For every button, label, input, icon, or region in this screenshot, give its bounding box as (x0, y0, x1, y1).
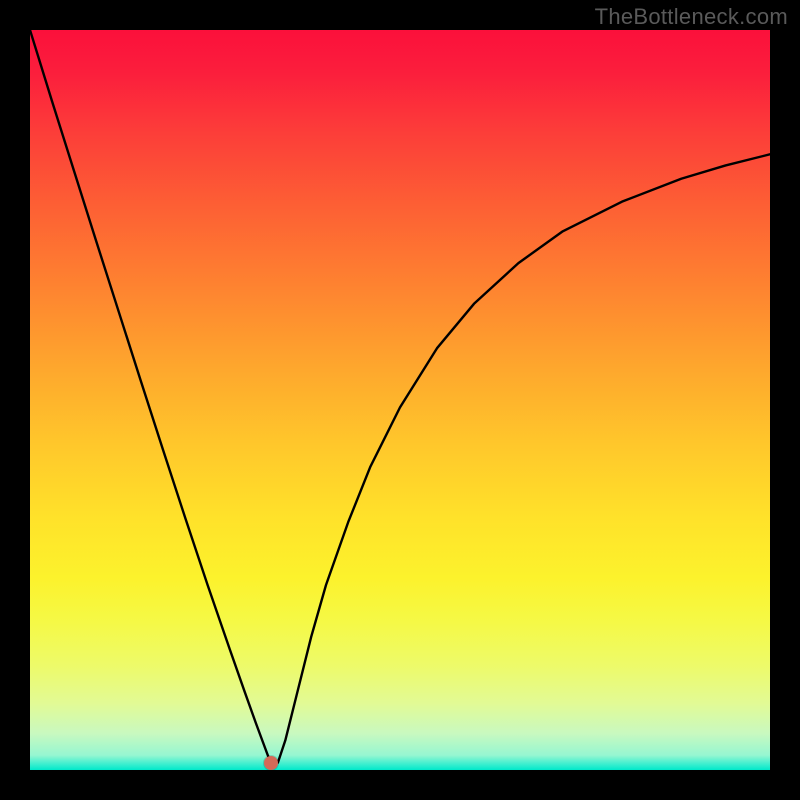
bottleneck-curve (30, 30, 770, 763)
watermark-text: TheBottleneck.com (595, 4, 788, 30)
curve-layer (30, 30, 770, 770)
optimal-point-marker (264, 756, 278, 770)
plot-area (30, 30, 770, 770)
chart-container: TheBottleneck.com (0, 0, 800, 800)
